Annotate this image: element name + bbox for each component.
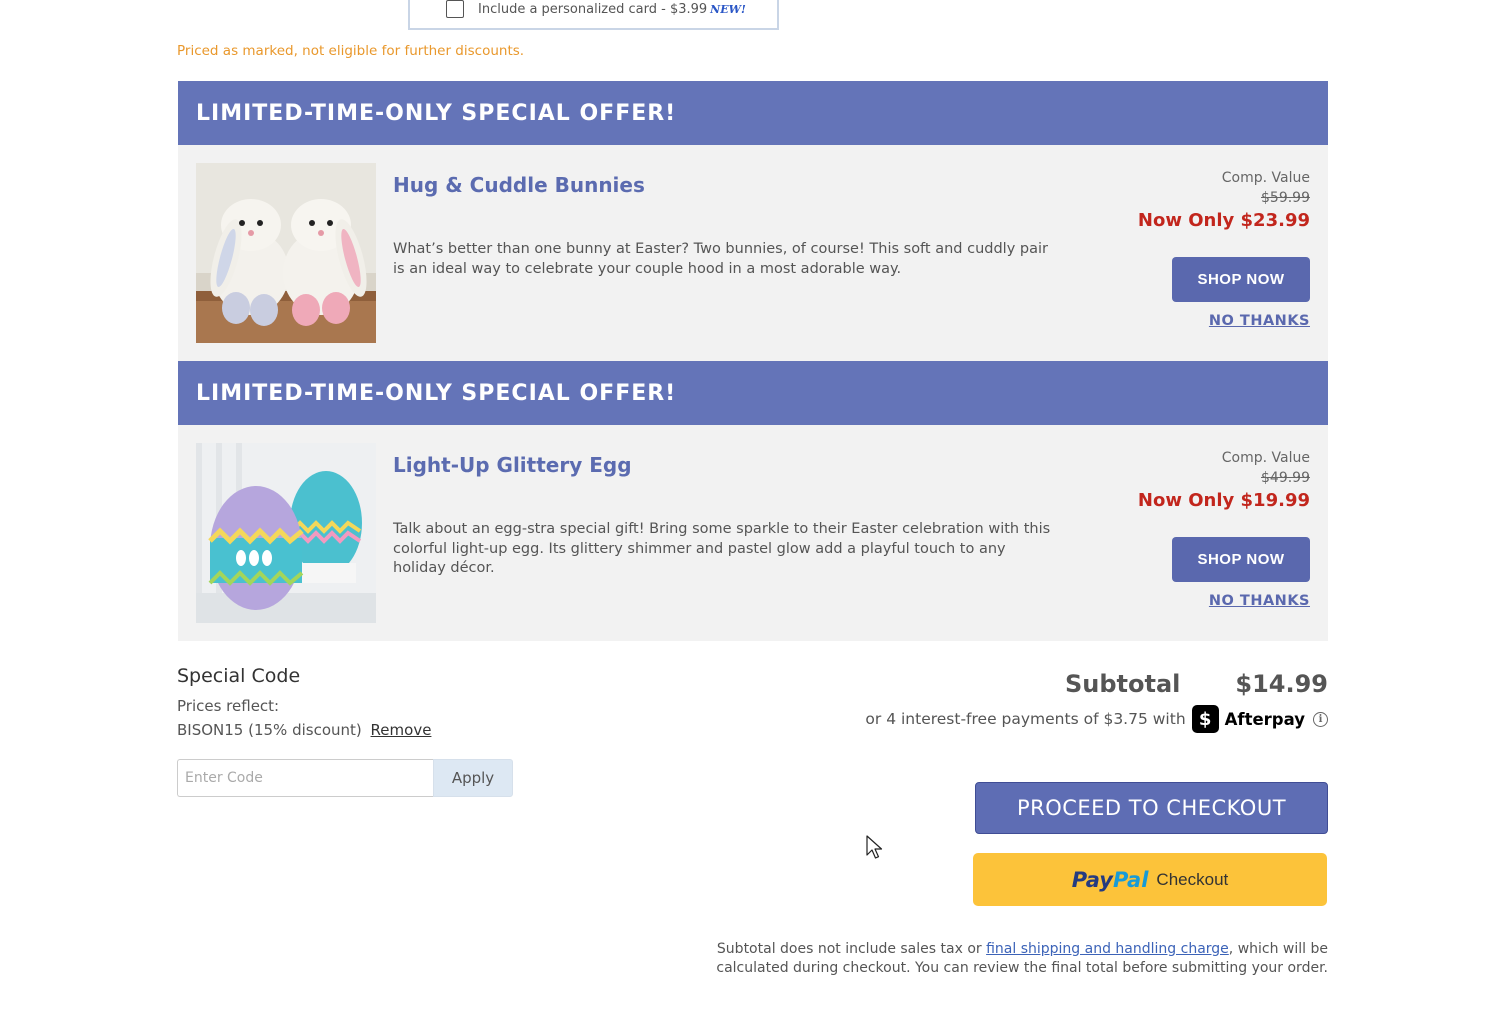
- personalized-card-label: Include a personalized card - $3.99: [478, 1, 708, 17]
- info-icon[interactable]: i: [1313, 711, 1328, 727]
- offer-title[interactable]: Light-Up Glittery Egg: [393, 453, 632, 477]
- no-thanks-link[interactable]: NO THANKS: [1209, 313, 1310, 329]
- comp-value-price: $59.99: [1261, 190, 1310, 206]
- now-only-price: Now Only $23.99: [1137, 210, 1310, 231]
- paypal-logo-pay: Pay: [1071, 867, 1113, 892]
- personalized-card-checkbox[interactable]: [446, 0, 464, 18]
- now-only-price: Now Only $19.99: [1137, 490, 1310, 511]
- offer-description: What’s better than one bunny at Easter? …: [393, 241, 1048, 277]
- offer-card-bunnies: Hug & Cuddle Bunnies What’s better than …: [178, 145, 1328, 361]
- afterpay-logo-icon: $: [1191, 705, 1219, 733]
- shop-now-button[interactable]: SHOP NOW: [1172, 257, 1310, 302]
- afterpay-name: Afterpay: [1224, 709, 1305, 729]
- offer-card-egg: Light-Up Glittery Egg Talk about an egg-…: [178, 425, 1328, 641]
- new-badge: NEW!: [710, 2, 746, 16]
- comp-value-price: $49.99: [1261, 470, 1310, 486]
- disclaimer-text-before: Subtotal does not include sales tax or: [716, 941, 987, 957]
- afterpay-line: or 4 interest-free payments of $3.75 wit…: [865, 704, 1328, 734]
- mouse-cursor-icon: [866, 835, 883, 859]
- offer-header: LIMITED-TIME-ONLY SPECIAL OFFER!: [178, 361, 1328, 426]
- promo-code-input[interactable]: [177, 759, 434, 797]
- offer-title[interactable]: Hug & Cuddle Bunnies: [393, 173, 645, 197]
- priced-note: Priced as marked, not eligible for furth…: [177, 43, 525, 59]
- shop-now-button[interactable]: SHOP NOW: [1172, 537, 1310, 582]
- apply-code-button[interactable]: Apply: [433, 759, 513, 797]
- shipping-charge-link[interactable]: final shipping and handling charge: [986, 941, 1229, 957]
- afterpay-text: or 4 interest-free payments of $3.75 wit…: [865, 710, 1186, 728]
- personalized-card-option[interactable]: Include a personalized card - $3.99 NEW!: [408, 0, 779, 30]
- special-code-title: Special Code: [177, 665, 301, 687]
- applied-code-line: BISON15 (15% discount) Remove: [177, 721, 431, 739]
- remove-code-link[interactable]: Remove: [371, 721, 432, 739]
- paypal-checkout-label: Checkout: [1156, 869, 1229, 889]
- paypal-checkout-button[interactable]: Pay Pal Checkout: [973, 853, 1327, 906]
- egg-product-image[interactable]: [196, 443, 376, 623]
- proceed-to-checkout-button[interactable]: PROCEED TO CHECKOUT: [975, 782, 1328, 834]
- comp-value-label: Comp. Value: [1221, 450, 1310, 466]
- offer-header: LIMITED-TIME-ONLY SPECIAL OFFER!: [178, 81, 1328, 146]
- no-thanks-link[interactable]: NO THANKS: [1209, 593, 1310, 609]
- offer-description: Talk about an egg-stra special gift! Bri…: [393, 521, 1051, 576]
- prices-reflect-label: Prices reflect:: [177, 697, 280, 715]
- bunnies-product-image[interactable]: [196, 163, 376, 343]
- paypal-logo-pal: Pal: [1113, 867, 1149, 892]
- applied-code: BISON15 (15% discount): [177, 721, 362, 739]
- comp-value-label: Comp. Value: [1221, 170, 1310, 186]
- subtotal-label: Subtotal: [1065, 670, 1181, 698]
- subtotal-value: $14.99: [1235, 670, 1328, 698]
- subtotal-disclaimer: Subtotal does not include sales tax or f…: [688, 940, 1328, 977]
